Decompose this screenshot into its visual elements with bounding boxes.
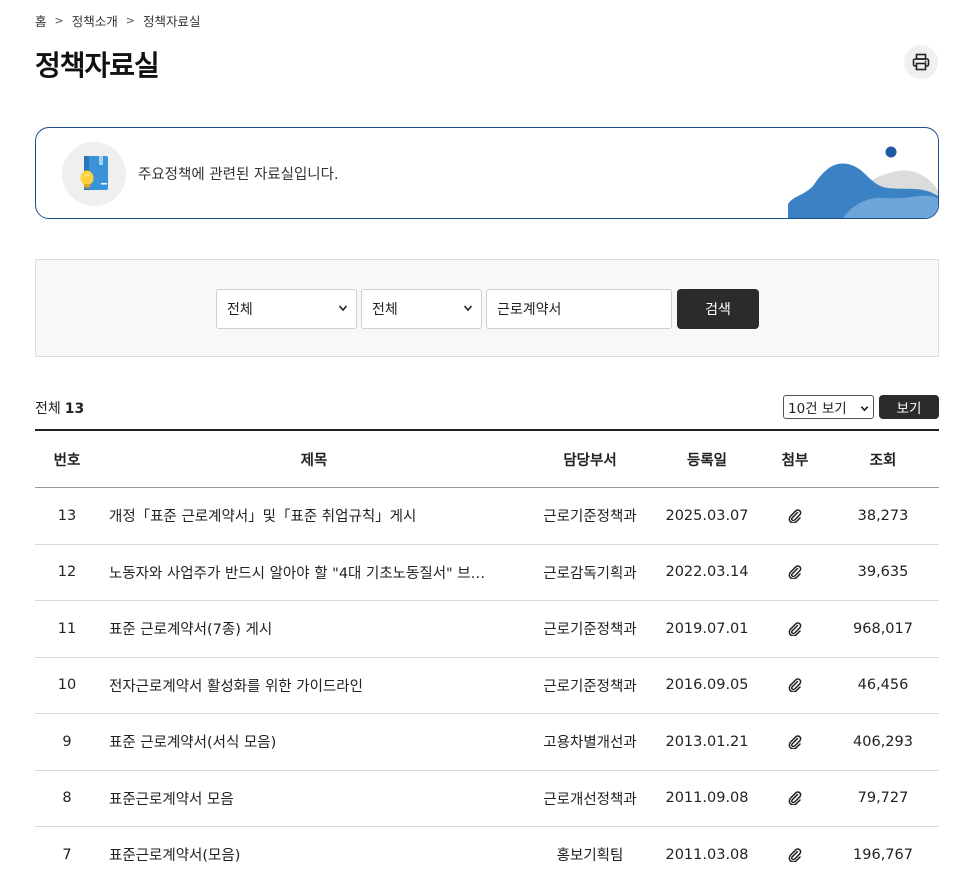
- table-row: 11 표준 근로계약서(7종) 게시 근로기준정책과 2019.07.01 968,01…: [35, 601, 939, 658]
- row-date: 2016.09.05: [665, 677, 749, 694]
- row-views: 196,767: [853, 846, 913, 863]
- paperclip-icon: [788, 678, 802, 693]
- row-no: 13: [57, 507, 77, 524]
- total-count: 전체 13: [35, 398, 84, 418]
- row-date: 2013.01.21: [665, 733, 749, 750]
- category-select-value: 전체: [227, 302, 253, 318]
- row-attachment[interactable]: [763, 621, 827, 636]
- row-dept: 홍보기획팀: [556, 848, 624, 865]
- row-title-link[interactable]: 표준 근로계약서(서식 모음): [99, 731, 529, 752]
- breadcrumb: 홈 > 정책소개 > 정책자료실: [35, 11, 200, 30]
- page-size-select[interactable]: 10건 보기: [783, 395, 874, 419]
- row-attachment[interactable]: [763, 791, 827, 806]
- row-attachment[interactable]: [763, 678, 827, 693]
- row-no: 12: [57, 564, 77, 581]
- row-views: 968,017: [853, 620, 913, 637]
- chevron-right-icon: >: [125, 14, 135, 27]
- table-header-row: 번호 제목 담당부서 등록일 첨부 조회: [35, 431, 939, 488]
- row-date: 2011.03.08: [665, 846, 749, 863]
- row-attachment[interactable]: [763, 734, 827, 749]
- intro-banner: 주요정책에 관련된 자료실입니다.: [35, 127, 939, 219]
- wave-decoration: [788, 146, 938, 218]
- header-dept: 담당부서: [563, 452, 617, 469]
- page-size-apply-button[interactable]: 보기: [879, 395, 939, 419]
- chevron-down-icon: [338, 305, 348, 312]
- breadcrumb-current: 정책자료실: [142, 14, 201, 29]
- row-dept: 근로기준정책과: [543, 622, 637, 639]
- row-title-link[interactable]: 표준근로계약서 모음: [99, 788, 529, 809]
- paperclip-icon: [788, 791, 802, 806]
- row-no: 9: [62, 733, 72, 750]
- row-dept: 근로기준정책과: [543, 678, 637, 695]
- table-row: 9 표준 근로계약서(서식 모음) 고용차별개선과 2013.01.21 406,293: [35, 714, 939, 771]
- header-title: 제목: [300, 452, 328, 469]
- row-title-link[interactable]: 표준근로계약서(모음): [99, 844, 529, 865]
- row-views: 79,727: [857, 790, 909, 807]
- chevron-down-icon: [463, 305, 473, 312]
- row-no: 10: [57, 677, 77, 694]
- header-no: 번호: [53, 452, 81, 469]
- search-panel: 전체 전체 검색: [35, 259, 939, 357]
- row-attachment[interactable]: [763, 508, 827, 523]
- header-views: 조회: [869, 452, 897, 469]
- total-label: 전체: [35, 401, 61, 417]
- intro-icon-circle: [62, 142, 126, 206]
- print-button[interactable]: [904, 45, 938, 79]
- total-number: 13: [64, 401, 85, 417]
- row-dept: 근로기준정책과: [543, 509, 637, 526]
- row-title-link[interactable]: 노동자와 사업주가 반드시 알아야 할 "4대 기초노동질서" 브…: [99, 562, 529, 583]
- paperclip-icon: [788, 847, 802, 862]
- row-dept: 근로감독기획과: [543, 565, 637, 582]
- paperclip-icon: [788, 565, 802, 580]
- chevron-down-icon: [860, 406, 869, 412]
- paperclip-icon: [788, 508, 802, 523]
- row-no: 11: [57, 620, 77, 637]
- row-views: 46,456: [857, 677, 909, 694]
- book-lightbulb-icon: [80, 156, 108, 190]
- paperclip-icon: [788, 621, 802, 636]
- breadcrumb-home[interactable]: 홈: [35, 11, 47, 30]
- printer-icon: [912, 53, 930, 71]
- search-input[interactable]: [486, 289, 672, 329]
- table-row: 10 전자근로계약서 활성화를 위한 가이드라인 근로기준정책과 2016.09.05…: [35, 658, 939, 714]
- table-row: 12 노동자와 사업주가 반드시 알아야 할 "4대 기초노동질서" 브… 근로감독…: [35, 545, 939, 601]
- row-views: 38,273: [857, 507, 909, 524]
- row-title-link[interactable]: 표준 근로계약서(7종) 게시: [99, 618, 529, 639]
- row-date: 2025.03.07: [665, 507, 749, 524]
- row-attachment[interactable]: [763, 847, 827, 862]
- data-table: 번호 제목 담당부서 등록일 첨부 조회 13 개정「표준 근로계약서」및「표준 …: [35, 429, 939, 875]
- header-attach: 첨부: [781, 452, 809, 469]
- row-views: 406,293: [853, 733, 913, 750]
- row-date: 2022.03.14: [665, 564, 749, 581]
- page-title: 정책자료실: [35, 49, 160, 82]
- intro-text: 주요정책에 관련된 자료실입니다.: [138, 167, 339, 183]
- row-attachment[interactable]: [763, 565, 827, 580]
- table-row: 8 표준근로계약서 모음 근로개선정책과 2011.09.08 79,727: [35, 771, 939, 827]
- row-title-link[interactable]: 개정「표준 근로계약서」및「표준 취업규칙」게시: [99, 505, 529, 526]
- page-size-value: 10건 보기: [788, 401, 847, 417]
- search-field-select[interactable]: 전체: [361, 289, 482, 329]
- breadcrumb-policy-intro[interactable]: 정책소개: [72, 11, 118, 30]
- row-date: 2019.07.01: [665, 620, 749, 637]
- search-field-select-value: 전체: [372, 302, 398, 318]
- table-row: 7 표준근로계약서(모음) 홍보기획팀 2011.03.08 196,767: [35, 827, 939, 875]
- row-title-link[interactable]: 전자근로계약서 활성화를 위한 가이드라인: [99, 675, 529, 696]
- row-date: 2011.09.08: [665, 790, 749, 807]
- category-select[interactable]: 전체: [216, 289, 357, 329]
- paperclip-icon: [788, 734, 802, 749]
- table-row: 13 개정「표준 근로계약서」및「표준 취업규칙」게시 근로기준정책과 2025.03…: [35, 488, 939, 545]
- row-dept: 고용차별개선과: [543, 735, 637, 752]
- row-no: 8: [62, 790, 72, 807]
- header-date: 등록일: [686, 452, 728, 469]
- search-button[interactable]: 검색: [677, 289, 759, 329]
- row-no: 7: [62, 846, 72, 863]
- row-dept: 근로개선정책과: [543, 791, 637, 808]
- row-views: 39,635: [857, 564, 909, 581]
- chevron-right-icon: >: [54, 14, 64, 27]
